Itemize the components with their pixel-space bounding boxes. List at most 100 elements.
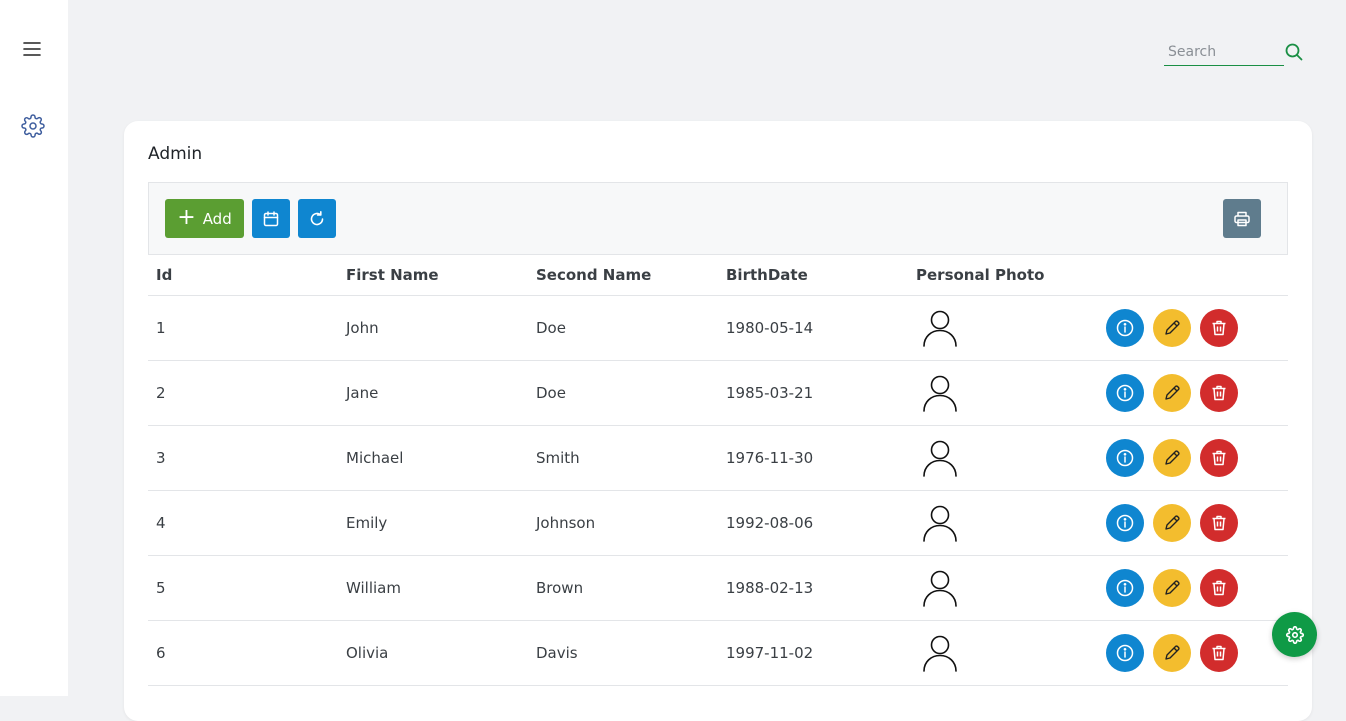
delete-button[interactable]	[1200, 569, 1238, 607]
card-title: Admin	[148, 144, 203, 164]
settings-button[interactable]	[21, 114, 45, 138]
hamburger-icon	[23, 42, 41, 56]
cell-first-name: William	[346, 579, 401, 597]
info-button[interactable]	[1106, 309, 1144, 347]
print-button[interactable]	[1223, 199, 1261, 238]
calendar-button[interactable]	[252, 199, 290, 238]
edit-button[interactable]	[1153, 504, 1191, 542]
cell-second-name: Johnson	[536, 514, 596, 532]
pencil-icon	[1165, 385, 1180, 400]
edit-button[interactable]	[1153, 374, 1191, 412]
cell-second-name: Doe	[536, 384, 566, 402]
delete-button[interactable]	[1200, 309, 1238, 347]
info-button[interactable]	[1106, 504, 1144, 542]
plus-icon: +	[177, 204, 196, 230]
table-row: 6 Olivia Davis 1997-11-02	[148, 621, 1288, 686]
person-icon	[923, 505, 957, 542]
refresh-button[interactable]	[298, 199, 336, 238]
cell-personal-photo	[916, 361, 958, 425]
person-icon	[923, 440, 957, 477]
delete-button[interactable]	[1200, 374, 1238, 412]
pencil-icon	[1165, 515, 1180, 530]
cell-birthdate: 1988-02-13	[726, 579, 814, 597]
column-header-second-name[interactable]: Second Name	[536, 254, 651, 295]
info-icon	[1116, 384, 1134, 402]
pencil-icon	[1165, 580, 1180, 595]
delete-button[interactable]	[1200, 634, 1238, 672]
delete-button[interactable]	[1200, 504, 1238, 542]
hamburger-menu-button[interactable]	[21, 38, 43, 60]
cell-first-name: John	[346, 319, 379, 337]
admin-table: Id First Name Second Name BirthDate Pers…	[148, 254, 1288, 686]
cell-personal-photo	[916, 556, 958, 620]
cell-personal-photo	[916, 491, 958, 555]
trash-icon	[1212, 385, 1226, 401]
person-icon	[923, 570, 957, 607]
toolbar: + Add	[148, 182, 1288, 255]
table-row: 5 William Brown 1988-02-13	[148, 556, 1288, 621]
row-actions	[1105, 621, 1247, 685]
table-row: 1 John Doe 1980-05-14	[148, 296, 1288, 361]
printer-icon	[1234, 211, 1250, 226]
cell-second-name: Davis	[536, 644, 578, 662]
search-icon[interactable]	[1284, 42, 1304, 62]
person-icon	[923, 310, 957, 347]
cell-first-name: Michael	[346, 449, 404, 467]
add-button-label: Add	[202, 209, 232, 228]
column-header-id[interactable]: Id	[156, 254, 172, 295]
cell-birthdate: 1985-03-21	[726, 384, 814, 402]
edit-button[interactable]	[1153, 634, 1191, 672]
row-actions	[1105, 426, 1247, 490]
table-body: 1 John Doe 1980-05-14 2 Jane Doe 1985-03-21 3 Mic…	[148, 296, 1288, 686]
edit-button[interactable]	[1153, 439, 1191, 477]
row-actions	[1105, 296, 1247, 360]
calendar-icon	[263, 210, 279, 226]
pencil-icon	[1165, 450, 1180, 465]
info-button[interactable]	[1106, 439, 1144, 477]
cell-second-name: Smith	[536, 449, 580, 467]
cell-id: 4	[156, 514, 166, 532]
delete-button[interactable]	[1200, 439, 1238, 477]
info-button[interactable]	[1106, 374, 1144, 412]
cell-id: 3	[156, 449, 166, 467]
person-icon	[923, 375, 957, 412]
row-actions	[1105, 491, 1247, 555]
search-input[interactable]	[1164, 38, 1284, 66]
table-row: 2 Jane Doe 1985-03-21	[148, 361, 1288, 426]
add-button[interactable]: + Add	[165, 199, 244, 238]
floating-settings-button[interactable]	[1272, 612, 1317, 657]
trash-icon	[1212, 515, 1226, 531]
cell-second-name: Doe	[536, 319, 566, 337]
info-button[interactable]	[1106, 634, 1144, 672]
info-icon	[1116, 449, 1134, 467]
cell-birthdate: 1976-11-30	[726, 449, 814, 467]
row-actions	[1105, 361, 1247, 425]
person-icon	[923, 635, 957, 672]
cell-birthdate: 1997-11-02	[726, 644, 814, 662]
column-header-first-name[interactable]: First Name	[346, 254, 439, 295]
table-row: 3 Michael Smith 1976-11-30	[148, 426, 1288, 491]
admin-card: Admin + Add Id First Name Second Name Bi…	[124, 121, 1312, 721]
search-box	[1164, 38, 1306, 68]
cell-id: 6	[156, 644, 166, 662]
cell-first-name: Jane	[346, 384, 379, 402]
column-header-personal-photo[interactable]: Personal Photo	[916, 254, 1044, 295]
cell-first-name: Emily	[346, 514, 388, 532]
cell-id: 2	[156, 384, 166, 402]
sidebar	[0, 0, 68, 696]
info-icon	[1116, 579, 1134, 597]
trash-icon	[1212, 450, 1226, 466]
info-icon	[1116, 514, 1134, 532]
column-header-birthdate[interactable]: BirthDate	[726, 254, 808, 295]
cell-personal-photo	[916, 426, 958, 490]
pencil-icon	[1165, 645, 1180, 660]
trash-icon	[1212, 645, 1226, 661]
info-button[interactable]	[1106, 569, 1144, 607]
trash-icon	[1212, 580, 1226, 596]
cell-birthdate: 1980-05-14	[726, 319, 814, 337]
gear-icon	[1285, 625, 1304, 644]
edit-button[interactable]	[1153, 309, 1191, 347]
edit-button[interactable]	[1153, 569, 1191, 607]
gear-icon	[21, 114, 45, 138]
info-icon	[1116, 319, 1134, 337]
